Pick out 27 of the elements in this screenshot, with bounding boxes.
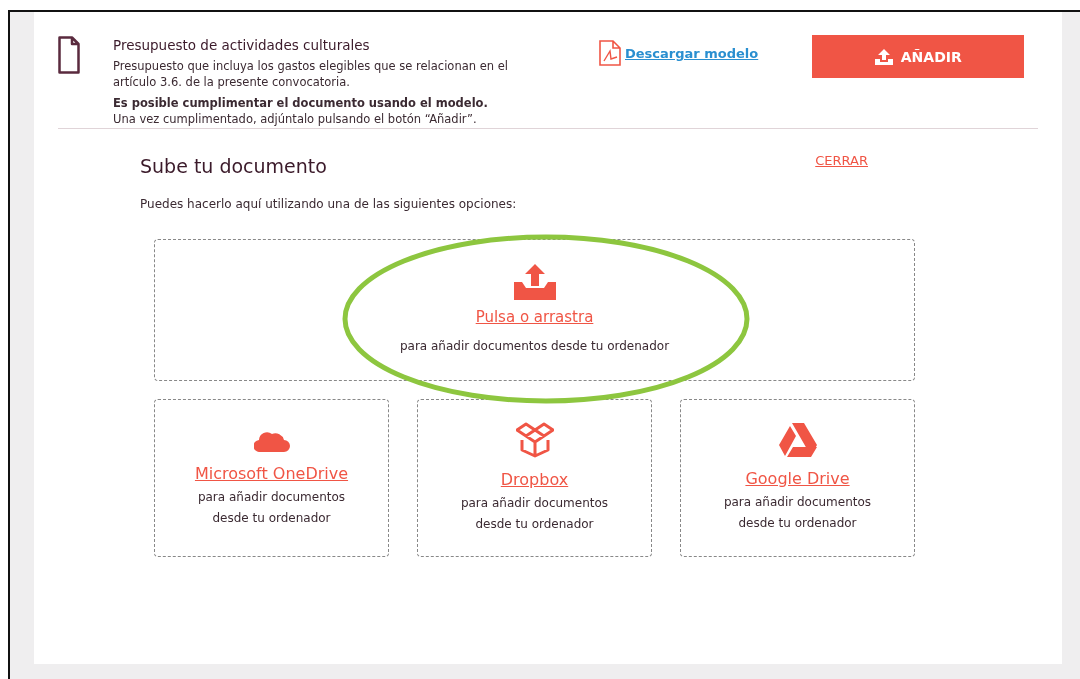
download-template-link[interactable]: Descargar modelo xyxy=(599,40,759,66)
upload-instructions: Puedes hacerlo aquí utilizando una de las siguientes opciones: xyxy=(140,197,518,211)
upload-option-card[interactable]: Dropbox para añadir documentos desde tu ordenador xyxy=(417,399,652,557)
note-text: Una vez cumplimentado, adjúntalo pulsando el botón “Añadir”. xyxy=(113,111,478,127)
document-icon xyxy=(58,36,80,74)
upload-option-link[interactable]: Dropbox xyxy=(500,469,569,489)
upload-option-card[interactable]: Microsoft OneDrive para añadir documentos desde tu ordenador xyxy=(154,399,389,557)
pdf-file-icon xyxy=(599,40,621,66)
upload-option-card[interactable]: Google Drive para añadir documentos desde tu ordenador xyxy=(680,399,915,557)
document-description: Presupuesto que incluya los gastos elegibles que se relacionan en el artículo 3.6. de la presente convocatoria. xyxy=(113,58,509,90)
option-description: para añadir documentos desde tu ordenador xyxy=(196,488,347,527)
upload-tray-icon xyxy=(513,263,556,300)
document-title: Presupuesto de actividades culturales xyxy=(113,37,371,53)
open-box-icon xyxy=(515,421,554,458)
upload-title: Sube tu documento xyxy=(140,155,327,177)
add-button[interactable]: AÑADIR xyxy=(812,35,1025,78)
option-description: para añadir documentos desde tu ordenador xyxy=(399,337,670,355)
upload-option-link[interactable]: Microsoft OneDrive xyxy=(194,463,349,483)
close-link[interactable]: CERRAR xyxy=(815,153,868,168)
option-description: para añadir documentos desde tu ordenador xyxy=(722,493,873,532)
triangle-logo-icon xyxy=(778,422,817,457)
upload-icon xyxy=(874,48,893,65)
note-emphasis: Es posible cumplimentar el documento usando el modelo. xyxy=(113,95,489,111)
option-description: para añadir documentos desde tu ordenador xyxy=(459,494,610,533)
upload-option-card[interactable]: Pulsa o arrastra para añadir documentos desde tu ordenador xyxy=(154,239,915,381)
upload-option-link[interactable]: Google Drive xyxy=(745,468,850,488)
upload-option-link[interactable]: Pulsa o arrastra xyxy=(475,307,594,326)
